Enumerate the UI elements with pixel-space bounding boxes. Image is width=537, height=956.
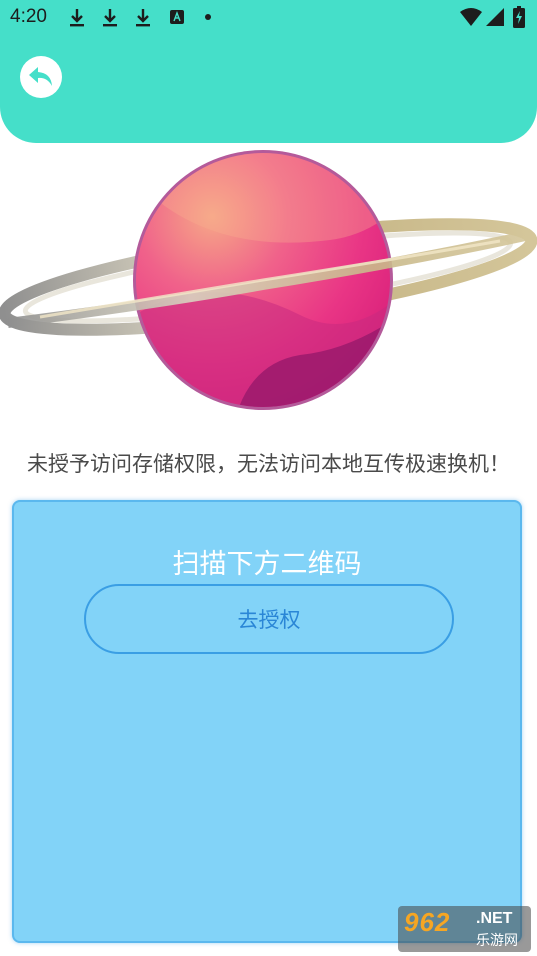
planet-illustration (0, 150, 537, 410)
battery-charging-icon (513, 6, 525, 28)
status-time: 4:20 (10, 6, 47, 27)
permission-message: 未授予访问存储权限，无法访问本地互传极速换机！ (27, 452, 510, 476)
download-icon (70, 9, 84, 27)
panel-title: 扫描下方二维码 (172, 549, 362, 580)
header-bar: 4:20 (0, 0, 537, 143)
wifi-icon (460, 8, 482, 26)
download-icon (136, 9, 150, 27)
app-screen: 4:20 未授予访问存储权限，无法访问本地互传极速换机！ 扫描下方二维码 去授权… (0, 0, 537, 956)
watermark-number: 962 (404, 907, 451, 937)
watermark-suffix: .NET (476, 910, 513, 927)
status-bar: 4:20 (0, 0, 537, 36)
a-box-icon (170, 10, 184, 24)
dot-icon (205, 14, 211, 20)
back-button[interactable] (20, 56, 62, 98)
cell-signal-icon (486, 8, 504, 26)
download-icon (103, 9, 117, 27)
site-watermark: 962 .NET 乐游网 (398, 906, 531, 952)
watermark-caption: 乐游网 (476, 933, 518, 949)
authorize-button[interactable]: 去授权 (84, 584, 454, 654)
qr-panel: 扫描下方二维码 去授权 (12, 500, 522, 943)
reply-arrow-icon (29, 67, 52, 86)
